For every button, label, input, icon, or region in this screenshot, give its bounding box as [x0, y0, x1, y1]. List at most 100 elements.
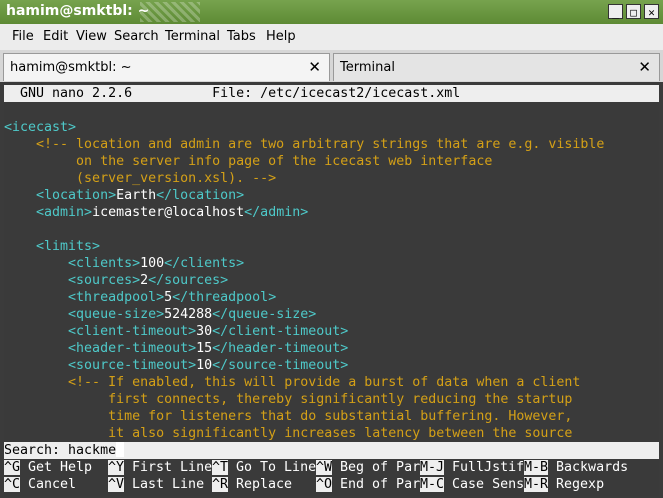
tab-bar: hamim@smktbl: ~ ✕ Terminal ✕: [0, 50, 663, 82]
shortcut-label: First Line: [124, 460, 213, 475]
xml-tag: <sources>: [4, 273, 141, 288]
file-line: <clients>100</clients>: [4, 255, 659, 272]
close-window-button[interactable]: ✕: [644, 4, 659, 19]
window-title: hamim@smktbl: ~: [6, 3, 150, 19]
menu-tabs[interactable]: Tabs: [227, 29, 256, 44]
file-line: [4, 102, 659, 119]
xml-text: 15: [196, 341, 213, 356]
shortcut-key: ^G: [4, 460, 21, 475]
shortcut-key: ^C: [4, 477, 21, 492]
file-line: (server_version.xsl). -->: [4, 170, 659, 187]
shortcut-key: ^W: [316, 460, 333, 475]
file-line: <limits>: [4, 238, 659, 255]
menu-search[interactable]: Search: [114, 29, 159, 44]
menu-edit[interactable]: Edit: [43, 29, 68, 44]
xml-tag: </header-timeout>: [212, 341, 349, 356]
search-prompt-text: Search: hackme: [4, 443, 117, 458]
shortcut-key: M-J: [420, 460, 445, 475]
shortcut-item: ^C Cancel: [4, 476, 108, 493]
file-line: time for listeners that do substantial b…: [4, 408, 659, 425]
file-line: <icecast>: [4, 119, 659, 136]
xml-comment: <!-- If enabled, this will provide a bur…: [4, 375, 581, 390]
shortcut-key: ^V: [108, 477, 125, 492]
menu-file[interactable]: File: [12, 29, 34, 44]
file-line: <sources>2</sources>: [4, 272, 659, 289]
xml-text: 10: [196, 358, 213, 373]
xml-tag: <limits>: [4, 239, 101, 254]
shortcut-key: ^O: [316, 477, 333, 492]
xml-text: icemaster@localhost: [92, 205, 245, 220]
xml-tag: <admin>: [4, 205, 93, 220]
xml-comment: time for listeners that do substantial b…: [4, 409, 573, 424]
xml-tag: </queue-size>: [212, 307, 317, 322]
shortcut-label: Get Help: [20, 460, 109, 475]
minimize-button[interactable]: _: [608, 4, 623, 19]
shortcut-label: Go To Line: [228, 460, 317, 475]
xml-tag: <queue-size>: [4, 307, 165, 322]
file-line: <header-timeout>15</header-timeout>: [4, 340, 659, 357]
shortcut-label: Backwards: [548, 460, 629, 475]
file-line: <client-timeout>30</client-timeout>: [4, 323, 659, 340]
shortcut-label: Regexp: [548, 477, 605, 492]
xml-tag: <location>: [4, 188, 117, 203]
tab-hamim[interactable]: hamim@smktbl: ~ ✕: [3, 53, 330, 81]
xml-tag: </source-timeout>: [212, 358, 349, 373]
xml-tag: <clients>: [4, 256, 141, 271]
xml-text: 524288: [164, 307, 213, 322]
close-tab-icon[interactable]: ✕: [638, 58, 651, 76]
file-line: on the server info page of the icecast w…: [4, 153, 659, 170]
shortcut-label: Case Sens: [444, 477, 525, 492]
xml-tag: <header-timeout>: [4, 341, 197, 356]
tab-label: hamim@smktbl: ~: [10, 60, 132, 75]
xml-tag: <icecast>: [4, 120, 77, 135]
menu-help[interactable]: Help: [266, 29, 296, 44]
shortcut-item: M-C Case Sens: [420, 476, 524, 493]
xml-comment: first connects, thereby significantly re…: [4, 392, 573, 407]
file-line: it also significantly increases latency …: [4, 425, 659, 442]
xml-tag: <source-timeout>: [4, 358, 197, 373]
close-tab-icon[interactable]: ✕: [308, 58, 321, 76]
xml-text: 30: [196, 324, 213, 339]
menu-view[interactable]: View: [76, 29, 107, 44]
terminal-area[interactable]: GNU nano 2.2.6 File: /etc/icecast2/iceca…: [4, 83, 659, 496]
tab-terminal[interactable]: Terminal ✕: [333, 53, 660, 81]
file-line: <threadpool>5</threadpool>: [4, 289, 659, 306]
search-prompt[interactable]: Search: hackme: [4, 442, 659, 459]
shortcut-label: Cancel: [20, 477, 109, 492]
file-line: <admin>icemaster@localhost</admin>: [4, 204, 659, 221]
xml-tag: </location>: [156, 188, 245, 203]
file-line: <queue-size>524288</queue-size>: [4, 306, 659, 323]
shortcut-key: M-R: [524, 477, 549, 492]
file-line: [4, 221, 659, 238]
menu-terminal[interactable]: Terminal: [165, 29, 220, 44]
xml-comment: (server_version.xsl). -->: [4, 171, 277, 186]
shortcut-key: ^R: [212, 477, 229, 492]
xml-tag: <client-timeout>: [4, 324, 197, 339]
shortcut-item: ^Y First Line: [108, 459, 212, 476]
shortcut-label: Last Line: [124, 477, 213, 492]
shortcut-key: M-C: [420, 477, 445, 492]
file-line: <!-- If enabled, this will provide a bur…: [4, 374, 659, 391]
shortcut-item: M-R Regexp: [524, 476, 604, 493]
xml-tag: </client-timeout>: [212, 324, 349, 339]
file-line: first connects, thereby significantly re…: [4, 391, 659, 408]
nano-header-bar: GNU nano 2.2.6 File: /etc/icecast2/iceca…: [4, 85, 659, 102]
maximize-button[interactable]: □: [626, 4, 641, 19]
xml-text: 100: [140, 256, 165, 271]
file-line: <source-timeout>10</source-timeout>: [4, 357, 659, 374]
xml-comment: on the server info page of the icecast w…: [4, 154, 493, 169]
xml-tag: </sources>: [148, 273, 229, 288]
shortcut-key: M-B: [524, 460, 549, 475]
file-line: <!-- location and admin are two arbitrar…: [4, 136, 659, 153]
xml-tag: <threadpool>: [4, 290, 165, 305]
file-line: <location>Earth</location>: [4, 187, 659, 204]
shortcut-item: ^R Replace: [212, 476, 316, 493]
xml-comment: it also significantly increases latency …: [4, 426, 573, 441]
menubar: File Edit View Search Terminal Tabs Help: [0, 24, 663, 51]
shortcut-item: M-J FullJstif: [420, 459, 524, 476]
xml-text: Earth: [116, 188, 157, 203]
xml-tag: </admin>: [244, 205, 309, 220]
shortcut-label: FullJstif: [444, 460, 525, 475]
window-titlebar[interactable]: hamim@smktbl: ~ _ □ ✕: [0, 0, 663, 24]
xml-text: 5: [164, 290, 173, 305]
